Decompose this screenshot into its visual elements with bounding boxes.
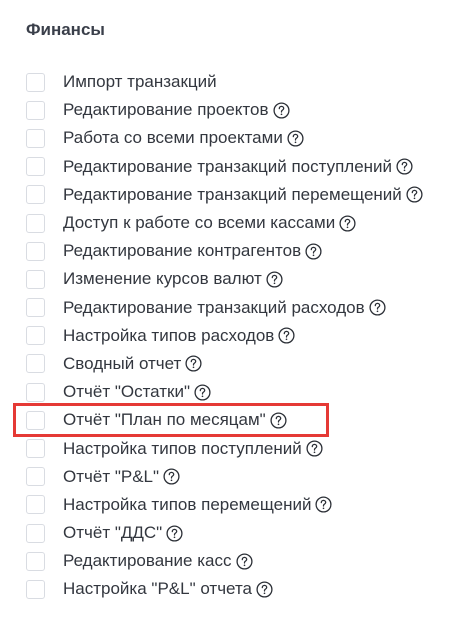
- permission-row[interactable]: Импорт транзакций: [26, 68, 466, 96]
- permission-row[interactable]: Отчёт "ДДС": [26, 519, 466, 547]
- permission-label[interactable]: Редактирование транзакций расходов: [63, 298, 365, 318]
- question-circle-icon[interactable]: [315, 496, 333, 513]
- permission-row[interactable]: Сводный отчет: [26, 350, 466, 378]
- question-circle-icon[interactable]: [305, 243, 322, 260]
- permission-checkbox[interactable]: [26, 157, 45, 177]
- permission-row[interactable]: Изменение курсов валют: [26, 265, 466, 293]
- permission-list: Импорт транзакций Редактирование проектов…: [26, 68, 466, 604]
- permission-label[interactable]: Отчёт "Остатки": [63, 382, 190, 402]
- permission-label[interactable]: Редактирование транзакций перемещений: [63, 185, 402, 205]
- permission-label[interactable]: Отчёт "План по месяцам": [63, 410, 266, 430]
- permission-checkbox[interactable]: [26, 467, 45, 487]
- question-circle-icon[interactable]: [406, 186, 423, 203]
- permission-checkbox[interactable]: [26, 100, 45, 120]
- permission-checkbox[interactable]: [26, 523, 45, 543]
- permission-row[interactable]: Редактирование транзакций поступлений: [26, 153, 466, 181]
- permission-row[interactable]: Редактирование транзакций расходов: [26, 294, 466, 322]
- permission-label[interactable]: Доступ к работе со всеми кассами: [63, 213, 335, 233]
- permission-checkbox[interactable]: [26, 128, 45, 148]
- permission-label[interactable]: Редактирование касс: [63, 551, 232, 571]
- permission-row[interactable]: Настройка типов поступлений: [26, 434, 466, 462]
- question-circle-icon[interactable]: [163, 468, 180, 485]
- permission-row[interactable]: Отчёт "P&L": [26, 463, 466, 491]
- question-circle-icon[interactable]: [306, 440, 323, 457]
- question-circle-icon[interactable]: [339, 214, 356, 232]
- question-circle-icon[interactable]: [396, 158, 413, 175]
- permission-label[interactable]: Работа со всеми проектами: [63, 128, 283, 148]
- permission-checkbox[interactable]: [26, 410, 45, 430]
- question-circle-icon[interactable]: [278, 327, 295, 344]
- question-circle-icon[interactable]: [272, 102, 290, 119]
- permission-checkbox[interactable]: [26, 326, 45, 346]
- permission-checkbox[interactable]: [26, 579, 45, 599]
- permission-label[interactable]: Настройка типов перемещений: [63, 495, 311, 515]
- permission-row[interactable]: Редактирование проектов: [26, 96, 466, 124]
- permission-label[interactable]: Редактирование проектов: [63, 100, 269, 120]
- question-circle-icon[interactable]: [166, 525, 183, 542]
- permission-row[interactable]: Редактирование контрагентов: [26, 237, 466, 265]
- question-circle-icon[interactable]: [266, 271, 283, 288]
- permission-label[interactable]: Редактирование контрагентов: [63, 241, 301, 261]
- permission-row[interactable]: Отчёт "Остатки": [26, 378, 466, 406]
- question-circle-icon[interactable]: [270, 412, 287, 429]
- permission-label[interactable]: Настройка "P&L" отчета: [63, 579, 252, 599]
- permission-label[interactable]: Импорт транзакций: [63, 72, 217, 92]
- permission-checkbox[interactable]: [26, 382, 45, 402]
- permission-row[interactable]: Доступ к работе со всеми кассами: [26, 209, 466, 237]
- permission-row[interactable]: Отчёт "План по месяцам": [26, 406, 466, 434]
- permission-checkbox[interactable]: [26, 269, 45, 289]
- permission-label[interactable]: Сводный отчет: [63, 354, 181, 374]
- permission-row[interactable]: Настройка "P&L" отчета: [26, 575, 466, 603]
- permission-row[interactable]: Настройка типов перемещений: [26, 491, 466, 519]
- permission-checkbox[interactable]: [26, 495, 45, 515]
- question-circle-icon[interactable]: [194, 384, 211, 401]
- section-title: Финансы: [26, 20, 105, 39]
- permission-checkbox[interactable]: [26, 439, 45, 459]
- permission-checkbox[interactable]: [26, 241, 45, 261]
- permission-checkbox[interactable]: [26, 551, 45, 571]
- permission-label[interactable]: Настройка типов расходов: [63, 326, 274, 346]
- permission-label[interactable]: Изменение курсов валют: [63, 269, 262, 289]
- question-circle-icon[interactable]: [256, 581, 273, 598]
- permission-checkbox[interactable]: [26, 298, 45, 318]
- question-circle-icon[interactable]: [235, 553, 253, 570]
- permission-label[interactable]: Настройка типов поступлений: [63, 439, 302, 459]
- permission-row[interactable]: Редактирование касс: [26, 547, 466, 575]
- permission-label[interactable]: Редактирование транзакций поступлений: [63, 157, 392, 177]
- permission-label[interactable]: Отчёт "P&L": [63, 467, 159, 487]
- permission-checkbox[interactable]: [26, 354, 45, 374]
- question-circle-icon[interactable]: [185, 355, 202, 373]
- permission-checkbox[interactable]: [26, 185, 45, 205]
- permission-checkbox[interactable]: [26, 213, 45, 233]
- permission-row[interactable]: Работа со всеми проектами: [26, 124, 466, 152]
- permission-checkbox[interactable]: [26, 72, 45, 92]
- permission-label[interactable]: Отчёт "ДДС": [63, 523, 162, 543]
- question-circle-icon[interactable]: [287, 130, 304, 147]
- permission-row[interactable]: Редактирование транзакций перемещений: [26, 181, 466, 209]
- permission-row[interactable]: Настройка типов расходов: [26, 322, 466, 350]
- question-circle-icon[interactable]: [369, 299, 386, 316]
